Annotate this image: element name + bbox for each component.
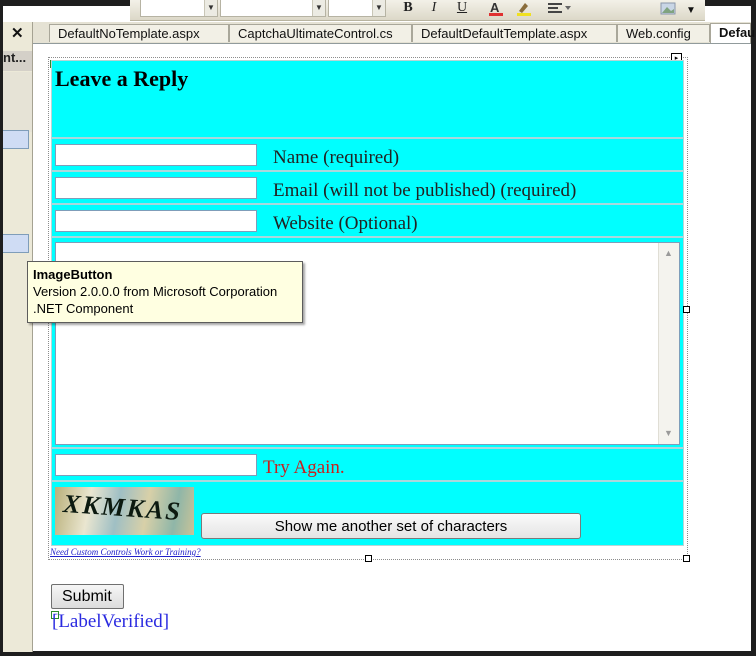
website-field[interactable] <box>55 210 257 232</box>
name-label: Name (required) <box>273 147 400 168</box>
captcha-input[interactable] <box>55 454 257 476</box>
captcha-error-text: Try Again. <box>263 457 345 478</box>
row-divider <box>51 137 684 139</box>
tooltip-title: ImageButton <box>33 267 113 282</box>
tab-default-default-template[interactable]: DefaultDefaultTemplate.aspx <box>412 24 617 42</box>
tooltip-component: .NET Component <box>33 301 134 316</box>
email-label: Email (will not be published) (required) <box>273 180 577 201</box>
style-dropdown[interactable]: ▼ <box>140 0 218 17</box>
formatting-toolbar: ▼ ▼ ▼ B I U A ▼ <box>130 0 705 21</box>
chevron-down-icon: ▼ <box>372 0 385 16</box>
chevron-down-icon: ▼ <box>312 0 325 16</box>
scroll-down-icon[interactable]: ▼ <box>661 426 676 441</box>
comment-scrollbar[interactable]: ▲ ▼ <box>658 243 679 444</box>
resize-handle[interactable] <box>683 306 690 313</box>
refresh-captcha-button[interactable]: Show me another set of characters <box>201 513 581 539</box>
font-color-icon[interactable]: A <box>486 0 506 16</box>
italic-button[interactable]: I <box>424 0 444 16</box>
submit-button[interactable]: Submit <box>51 584 124 609</box>
svg-text:A: A <box>490 0 500 15</box>
document-tabs: DefaultNoTemplate.aspx CaptchaUltimateCo… <box>33 22 755 44</box>
panel-section <box>3 72 32 132</box>
highlight-icon[interactable] <box>514 0 534 16</box>
form-title: Leave a Reply <box>55 66 189 91</box>
close-icon[interactable]: ✕ <box>11 24 24 42</box>
row-divider <box>51 170 684 172</box>
scroll-up-icon[interactable]: ▲ <box>661 246 676 261</box>
panel-field[interactable] <box>3 234 29 253</box>
resize-handle[interactable] <box>365 555 372 562</box>
captcha-image[interactable]: XKMKAS <box>55 487 194 535</box>
align-icon[interactable] <box>546 0 572 16</box>
tooltip-version: Version 2.0.0.0 from Microsoft Corporati… <box>33 284 278 299</box>
custom-controls-link[interactable]: Need Custom Controls Work or Training? <box>50 547 201 557</box>
window-frame-bottom <box>0 651 756 656</box>
tab-default-no-template[interactable]: DefaultNoTemplate.aspx <box>49 24 229 42</box>
window-frame-right <box>751 0 756 656</box>
captcha-text: XKMKAS <box>62 488 183 527</box>
website-label: Website (Optional) <box>273 213 418 234</box>
font-size-dropdown[interactable]: ▼ <box>328 0 386 17</box>
chevron-down-icon: ▼ <box>204 0 217 16</box>
underline-button[interactable]: U <box>452 0 472 16</box>
tab-default-active[interactable]: Defau <box>710 23 755 43</box>
label-verified: [LabelVerified] <box>52 611 170 632</box>
component-tooltip: ImageButton Version 2.0.0.0 from Microso… <box>27 261 303 323</box>
bold-button[interactable]: B <box>398 0 418 16</box>
row-divider <box>51 480 684 482</box>
row-divider <box>51 236 684 238</box>
panel-field[interactable] <box>3 130 29 149</box>
row-divider <box>51 203 684 205</box>
email-field[interactable] <box>55 177 257 199</box>
font-name-dropdown[interactable]: ▼ <box>220 0 326 17</box>
name-field[interactable] <box>55 144 257 166</box>
row-divider <box>51 447 684 449</box>
tab-web-config[interactable]: Web.config <box>617 24 710 42</box>
toolbar-overflow-icon[interactable]: ▼ <box>686 5 696 16</box>
tab-captcha-control[interactable]: CaptchaUltimateControl.cs <box>229 24 412 42</box>
panel-title: nt... <box>3 51 32 71</box>
insert-image-icon[interactable] <box>658 0 678 16</box>
resize-handle[interactable] <box>683 555 690 562</box>
toolbox-panel: ✕ nt... <box>3 22 33 652</box>
